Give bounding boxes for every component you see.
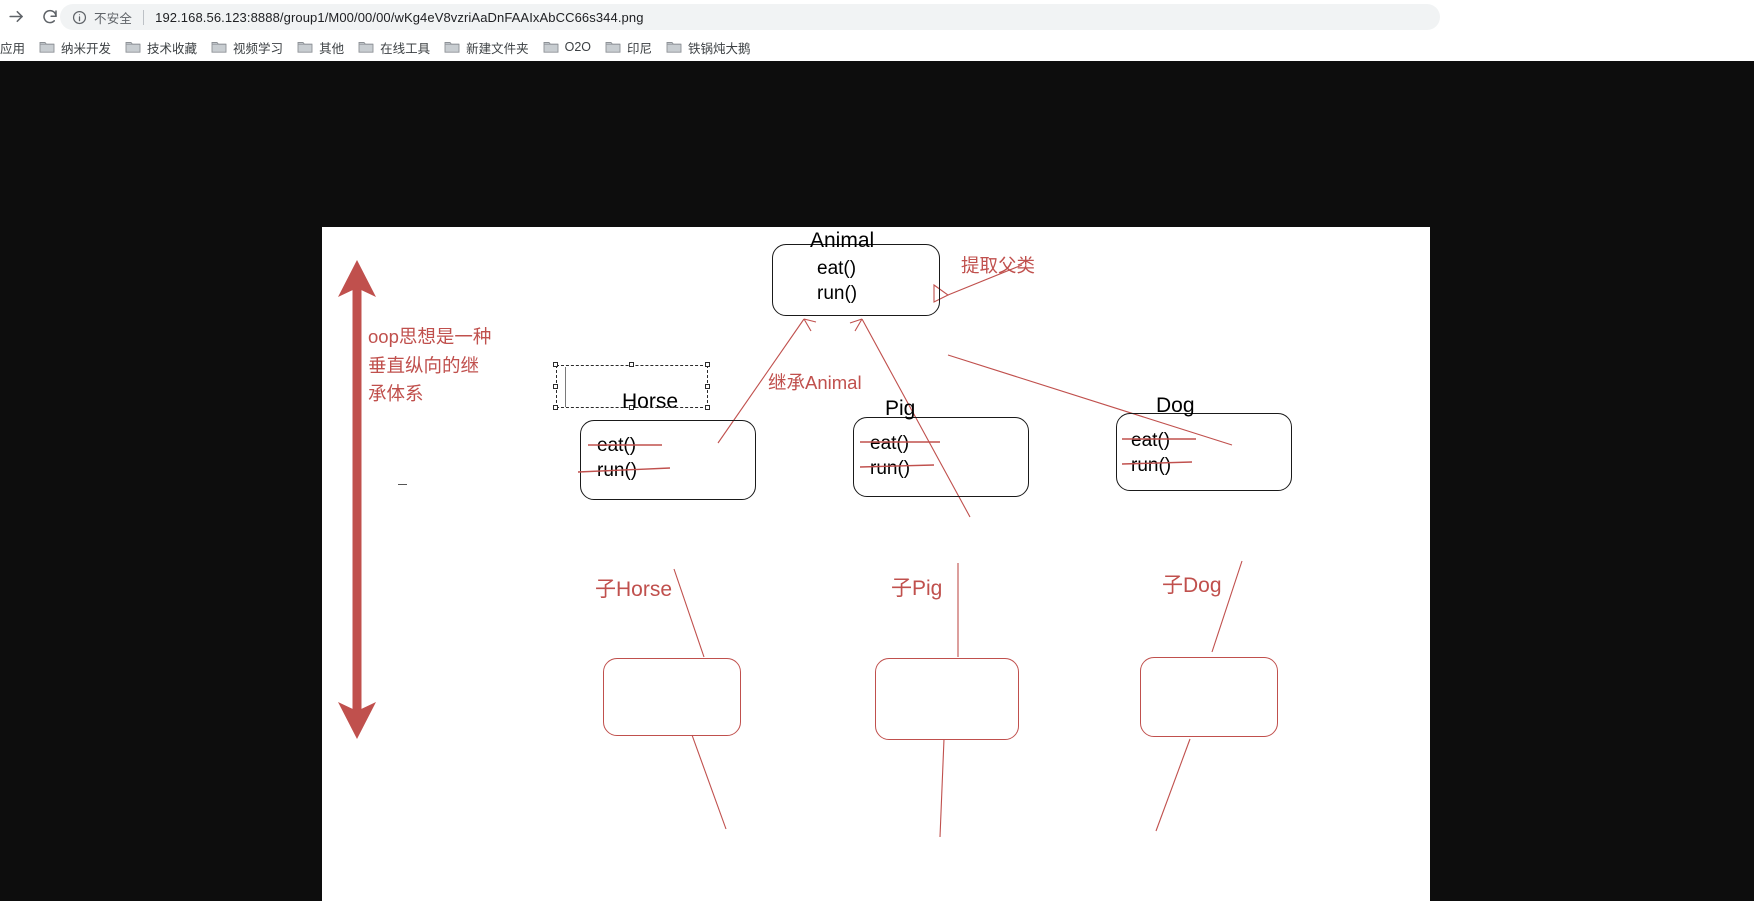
folder-glyph (666, 42, 682, 53)
selection-handle-ne[interactable] (705, 362, 710, 367)
annotation-inherit-animal: 继承Animal (768, 372, 862, 393)
folder-icon (666, 40, 682, 54)
node-child-horse-title: 子Horse (595, 578, 673, 601)
info-icon-glyph (72, 10, 87, 24)
node-dog-method-0: eat() (1131, 430, 1171, 451)
folder-icon (543, 40, 559, 54)
node-dog[interactable] (1116, 413, 1292, 491)
node-child-horse[interactable] (603, 658, 741, 736)
node-pig[interactable] (853, 417, 1029, 497)
image-viewer-viewport[interactable]: Animal eat() run() Horse eat() run() Pig… (0, 61, 1754, 901)
stray-tick-mark-left (398, 484, 407, 486)
bookmark-label: 在线工具 (380, 41, 431, 56)
folder-glyph (125, 42, 141, 53)
node-dog-method-1: run() (1131, 455, 1172, 476)
folder-icon (605, 40, 621, 54)
folder-icon (125, 40, 141, 54)
bookmark-item-9[interactable]: 铁锅炖大鹅 (660, 35, 757, 59)
node-animal[interactable] (772, 244, 940, 316)
bookmark-label: O2O (564, 40, 592, 54)
address-bar[interactable]: 不安全 192.168.56.123:8888/group1/M00/00/00… (60, 4, 1440, 30)
selection-handle-sw[interactable] (553, 405, 558, 410)
folder-glyph (297, 42, 313, 53)
bookmark-item-6[interactable]: 新建文件夹 (438, 35, 535, 59)
bookmark-item-7[interactable]: O2O (537, 35, 597, 59)
folder-icon (358, 40, 374, 54)
node-pig-title: Pig (885, 397, 916, 420)
bookmark-item-8[interactable]: 印尼 (599, 35, 658, 59)
node-horse-method-0: eat() (597, 435, 637, 456)
node-animal-title: Animal (810, 229, 875, 252)
bookmark-label: 纳米开发 (61, 41, 112, 56)
bookmark-label: 技术收藏 (147, 41, 198, 56)
node-pig-method-1: run() (870, 458, 911, 479)
node-dog-title: Dog (1156, 394, 1195, 417)
bookmark-label: 应用 (0, 41, 26, 56)
bookmark-item-0[interactable]: 应用 (0, 35, 31, 59)
folder-glyph (605, 42, 621, 53)
bookmark-label: 视频学习 (233, 41, 284, 56)
bookmark-label: 其他 (319, 41, 345, 56)
node-pig-method-0: eat() (870, 433, 910, 454)
lower-connectors (691, 734, 1191, 838)
browser-toolbar: 不安全 192.168.56.123:8888/group1/M00/00/00… (0, 0, 1754, 33)
child-connectors (673, 560, 1243, 658)
selection-handle-e[interactable] (705, 384, 710, 389)
node-child-dog-title: 子Dog (1162, 574, 1222, 597)
bookmark-label: 新建文件夹 (466, 41, 529, 56)
folder-icon (211, 40, 227, 54)
bookmark-item-2[interactable]: 技术收藏 (119, 35, 203, 59)
forward-button[interactable] (2, 3, 30, 31)
node-child-dog[interactable] (1140, 657, 1278, 737)
folder-icon (39, 40, 55, 54)
bookmarks-bar: 应用 纳米开发 技术收藏 视频学习 其他 在线工具 新建文件夹 O2O 印尼 铁锅炖大鹅 (0, 33, 1754, 61)
bookmark-item-3[interactable]: 视频学习 (205, 35, 289, 59)
folder-glyph (444, 42, 460, 53)
horse-selection-inner-line (565, 367, 566, 407)
folder-icon (297, 40, 313, 54)
annotation-oop-hierarchy: oop思想是一种 垂直纵向的继 承体系 (368, 326, 492, 405)
bookmark-label: 铁锅炖大鹅 (688, 41, 751, 56)
bookmark-item-5[interactable]: 在线工具 (352, 35, 436, 59)
folder-glyph (358, 42, 374, 53)
selection-handle-n[interactable] (629, 362, 634, 367)
annotation-extract-parent: 提取父类 (961, 255, 1036, 276)
horse-label-selection-box[interactable] (556, 365, 708, 408)
selection-handle-nw[interactable] (553, 362, 558, 367)
oop-inheritance-diagram: Animal eat() run() Horse eat() run() Pig… (322, 227, 1430, 901)
omnibox-divider (143, 9, 145, 25)
security-status-label[interactable]: 不安全 (94, 8, 132, 27)
selection-handle-w[interactable] (553, 384, 558, 389)
node-horse-method-1: run() (597, 460, 638, 481)
bookmark-item-4[interactable]: 其他 (291, 35, 350, 59)
selection-handle-s[interactable] (629, 405, 634, 410)
folder-glyph (39, 42, 55, 53)
forward-arrow-icon (8, 10, 23, 23)
node-child-pig[interactable] (875, 658, 1019, 740)
selection-handle-se[interactable] (705, 405, 710, 410)
folder-glyph (543, 42, 559, 53)
node-animal-method-0: eat() (817, 258, 857, 279)
bookmark-item-1[interactable]: 纳米开发 (33, 35, 117, 59)
url-text[interactable]: 192.168.56.123:8888/group1/M00/00/00/wKg… (155, 10, 643, 25)
bookmark-label: 印尼 (627, 41, 653, 56)
reload-icon (43, 9, 57, 23)
diagram-image[interactable]: Animal eat() run() Horse eat() run() Pig… (322, 227, 1430, 901)
folder-glyph (211, 42, 227, 53)
node-child-pig-title: 子Pig (891, 577, 943, 600)
info-circle-icon[interactable] (72, 10, 87, 25)
folder-icon (444, 40, 460, 54)
node-animal-method-1: run() (817, 283, 858, 304)
